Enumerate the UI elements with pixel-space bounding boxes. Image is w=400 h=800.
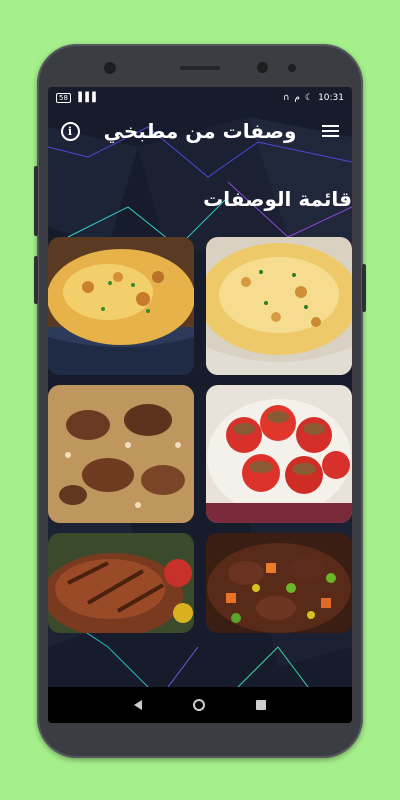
front-camera	[104, 62, 116, 74]
status-bar: 58 ▐▐▐ ∩ م ☾ 10:31	[48, 87, 352, 109]
am-pm-label: م	[294, 93, 300, 103]
info-icon: i	[60, 121, 80, 141]
moon-icon: ☾	[304, 93, 314, 103]
recipe-card-cheesy-gratin[interactable]	[48, 237, 194, 375]
menu-icon	[321, 122, 339, 140]
info-button[interactable]: i	[56, 117, 84, 145]
recipe-image-meat-rice-pilaf	[48, 385, 194, 523]
recipe-card-potato-casserole[interactable]	[206, 237, 352, 375]
recipe-card-vegetable-stew[interactable]	[206, 533, 352, 633]
app-screen: 58 ▐▐▐ ∩ م ☾ 10:31 i وصفات من مطبخي قائم…	[48, 87, 352, 723]
app-bar: i وصفات من مطبخي	[48, 109, 352, 153]
recent-apps-icon[interactable]	[256, 700, 267, 710]
volume-button	[34, 166, 38, 236]
section-title: قائمة الوصفات	[203, 187, 352, 211]
recipe-card-meat-rice-pilaf[interactable]	[48, 385, 194, 523]
back-icon[interactable]	[133, 700, 142, 710]
recipe-card-grilled-steak[interactable]	[48, 533, 194, 633]
signal-icon: ▐▐▐	[74, 93, 96, 103]
battery-icon: 58	[56, 93, 71, 103]
home-icon[interactable]	[192, 699, 205, 711]
menu-button[interactable]	[316, 117, 344, 145]
recipe-image-stuffed-tomatoes	[206, 385, 352, 523]
sensor-right	[288, 64, 296, 72]
bixby-button	[34, 256, 38, 304]
status-time: 10:31	[318, 93, 344, 103]
recipe-image-grilled-steak	[48, 533, 194, 633]
app-title: وصفات من مطبخي	[103, 119, 297, 143]
sensor-left	[257, 62, 268, 73]
recipe-image-potato-casserole	[206, 237, 352, 375]
power-button	[362, 264, 366, 312]
navigation-bar	[48, 687, 352, 723]
headphones-icon: ∩	[282, 93, 290, 103]
recipe-image-vegetable-stew	[206, 533, 352, 633]
recipe-card-stuffed-tomatoes[interactable]	[206, 385, 352, 523]
speaker-grille	[180, 66, 220, 70]
recipe-image-cheesy-gratin	[48, 237, 194, 375]
